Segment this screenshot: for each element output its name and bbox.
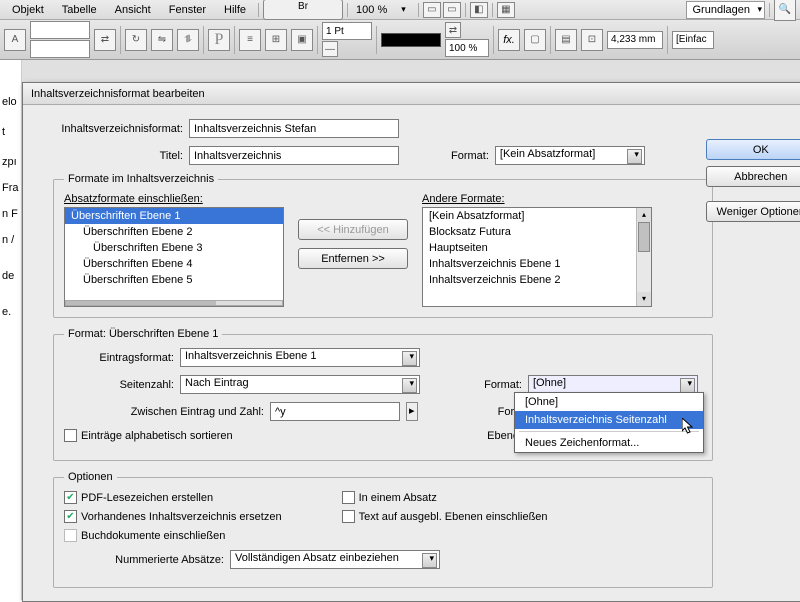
toc-format-input[interactable] [189, 119, 399, 138]
format-style-label: Format: [451, 150, 489, 162]
stroke-style-icon[interactable]: — [322, 41, 338, 57]
dialog-side-buttons: OK Abbrechen Weniger Optionen [706, 139, 800, 222]
list-item[interactable]: Überschriften Ebene 4 [65, 256, 283, 272]
format-style-select[interactable]: [Kein Absatzformat] [495, 146, 645, 165]
menu-ansicht[interactable]: Ansicht [107, 2, 159, 18]
tint-field[interactable]: 100 % [445, 39, 489, 57]
format-r1-label: Format: [472, 379, 522, 391]
entry-style-select[interactable]: Inhaltsverzeichnis Ebene 1 [180, 348, 420, 367]
other-styles-label: Andere Formate: [422, 193, 652, 205]
list-item[interactable]: Inhaltsverzeichnis Ebene 1 [423, 256, 651, 272]
list-item[interactable]: Überschriften Ebene 3 [65, 240, 283, 256]
fill-swatch[interactable] [381, 33, 441, 47]
numbered-paras-label: Nummerierte Absätze: [64, 554, 224, 566]
char-style-dropdown[interactable]: [Ohne] Inhaltsverzeichnis Seitenzahl Neu… [514, 392, 704, 453]
distribute-icon[interactable]: ⊞ [265, 29, 287, 51]
formats-fieldset: Formate im Inhaltsverzeichnis Absatzform… [53, 173, 713, 318]
pathfinder-icon[interactable]: ▣ [291, 29, 313, 51]
pdf-bookmarks-checkbox[interactable]: ✔PDF-Lesezeichen erstellen [64, 491, 282, 504]
replace-toc-checkbox[interactable]: ✔Vorhandenes Inhaltsverzeichnis ersetzen [64, 510, 282, 523]
list-item[interactable]: Inhaltsverzeichnis Ebene 2 [423, 272, 651, 288]
rotate-icon[interactable]: ↻ [125, 29, 147, 51]
dialog-titlebar: Inhaltsverzeichnisformat bearbeiten [23, 83, 800, 105]
single-paragraph-checkbox[interactable]: In einem Absatz [342, 491, 548, 504]
scrollbar[interactable]: ▴▾ [636, 208, 651, 306]
options-fieldset: Optionen ✔PDF-Lesezeichen erstellen ✔Vor… [53, 471, 713, 588]
list-item[interactable]: Überschriften Ebene 2 [65, 224, 283, 240]
textwrap-icon[interactable]: ▤ [555, 29, 577, 51]
menubar: Objekt Tabelle Ansicht Fenster Hilfe Br … [0, 0, 800, 20]
workspace-select[interactable]: Grundlagen [686, 1, 766, 19]
fewer-options-button[interactable]: Weniger Optionen [706, 201, 800, 222]
add-button[interactable]: << Hinzufügen [298, 219, 408, 240]
list-item[interactable]: [Kein Absatzformat] [423, 208, 651, 224]
list-item[interactable]: Blocksatz Futura [423, 224, 651, 240]
toc-format-label: Inhaltsverzeichnisformat: [53, 123, 183, 135]
between-label: Zwischen Eintrag und Zahl: [64, 406, 264, 418]
between-flyout-icon[interactable]: ▸ [406, 402, 418, 421]
fitframe-icon[interactable]: ⊡ [581, 29, 603, 51]
pagenum-select[interactable]: Nach Eintrag [180, 375, 420, 394]
x-field[interactable] [30, 21, 90, 39]
other-styles-list[interactable]: [Kein Absatzformat] Blocksatz Futura Hau… [422, 207, 652, 307]
list-item[interactable]: Überschriften Ebene 5 [65, 272, 283, 288]
entry-format-fieldset: Format: Überschriften Ebene 1 Eintragsfo… [53, 328, 713, 461]
dropdown-option[interactable]: Inhaltsverzeichnis Seitenzahl [515, 411, 703, 429]
type-tool-icon[interactable]: P [208, 29, 230, 51]
toc-format-dialog: Inhaltsverzeichnisformat bearbeiten OK A… [22, 82, 800, 602]
dropdown-option[interactable]: Neues Zeichenformat... [515, 434, 703, 452]
arrange-icon[interactable]: ▦ [497, 2, 515, 18]
page-edge: elotzpı Fran Fn / dee. [0, 60, 22, 600]
bridge-button[interactable]: Br [263, 0, 343, 20]
book-docs-checkbox: Buchdokumente einschließen [64, 529, 282, 542]
entry-style-label: Eintragsformat: [64, 352, 174, 364]
measure-field[interactable]: 4,233 mm [607, 31, 663, 49]
hidden-layers-checkbox[interactable]: Text auf ausgebl. Ebenen einschließen [342, 510, 548, 523]
swap-fill-icon[interactable]: ⇄ [445, 22, 461, 38]
titel-input[interactable] [189, 146, 399, 165]
menu-objekt[interactable]: Objekt [4, 2, 52, 18]
control-panel: A ⇄ ↻ ⇋ ⥮ P ≡ ⊞ ▣ 1 Pt — ⇄ 100 % fx. ▢ ▤… [0, 20, 800, 60]
formats-legend: Formate im Inhaltsverzeichnis [64, 173, 218, 185]
paragraph-style-field[interactable]: [Einfac [672, 31, 714, 49]
options-legend: Optionen [64, 471, 117, 483]
screen-mode-icon[interactable]: ◧ [470, 2, 488, 18]
between-input[interactable] [270, 402, 400, 421]
flip-v-icon[interactable]: ⥮ [177, 29, 199, 51]
list-item[interactable]: Hauptseiten [423, 240, 651, 256]
menu-tabelle[interactable]: Tabelle [54, 2, 105, 18]
pagenum-label: Seitenzahl: [64, 379, 174, 391]
y-field[interactable] [30, 40, 90, 58]
list-item[interactable]: Überschriften Ebene 1 [65, 208, 283, 224]
char-para-icon[interactable]: A [4, 29, 26, 51]
titel-label: Titel: [53, 150, 183, 162]
search-icon[interactable]: 🔍 [774, 0, 796, 21]
ok-button[interactable]: OK [706, 139, 800, 160]
include-styles-list[interactable]: Überschriften Ebene 1 Überschriften Eben… [64, 207, 284, 307]
view-icon-1[interactable]: ▭ [423, 2, 441, 18]
sort-alpha-checkbox[interactable]: Einträge alphabetisch sortieren [64, 429, 233, 442]
cancel-button[interactable]: Abbrechen [706, 166, 800, 187]
zoom-level[interactable]: 100 % [352, 2, 391, 18]
flip-h-icon[interactable]: ⇋ [151, 29, 173, 51]
menu-fenster[interactable]: Fenster [161, 2, 214, 18]
stroke-weight-field[interactable]: 1 Pt [322, 22, 372, 40]
remove-button[interactable]: Entfernen >> [298, 248, 408, 269]
entry-format-legend: Format: Überschriften Ebene 1 [64, 328, 222, 340]
link-icon[interactable]: ⇄ [94, 29, 116, 51]
effects-icon[interactable]: fx. [498, 29, 520, 51]
corner-icon[interactable]: ▢ [524, 29, 546, 51]
view-icon-2[interactable]: ▭ [443, 2, 461, 18]
dropdown-option[interactable]: [Ohne] [515, 393, 703, 411]
menu-hilfe[interactable]: Hilfe [216, 2, 254, 18]
numbered-paras-select[interactable]: Vollständigen Absatz einbeziehen [230, 550, 440, 569]
include-styles-label: Absatzformate einschließen: [64, 193, 284, 205]
align-icon[interactable]: ≡ [239, 29, 261, 51]
